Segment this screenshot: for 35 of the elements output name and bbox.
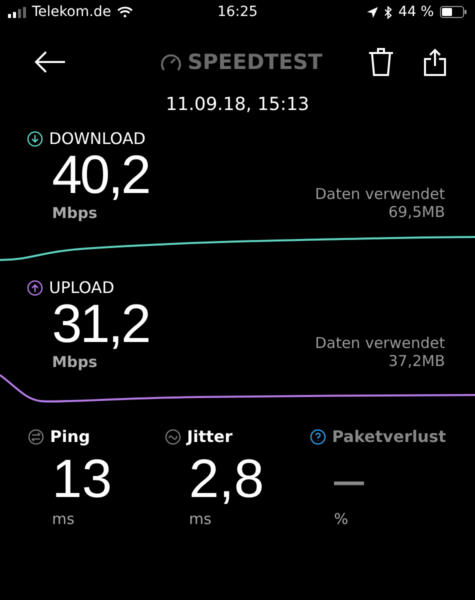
test-date: 11.09.18, 15:13: [164, 94, 310, 115]
metric-unit: %: [334, 510, 350, 528]
metric-value: 13: [52, 449, 112, 509]
metric-unit: ms: [52, 510, 76, 528]
arrow-up-icon: [27, 280, 43, 296]
arrows-icon: [28, 428, 44, 444]
location-icon: [367, 6, 378, 18]
bluetooth-icon: [384, 6, 392, 18]
data-used-label: Daten verwendet: [314, 334, 445, 352]
speed-value: 40,2: [52, 148, 150, 202]
wave-icon: [165, 428, 181, 444]
arrow-down-icon: [27, 130, 43, 146]
metric-value: 2,8: [189, 449, 264, 509]
metric-label: Paketverlust: [332, 427, 446, 446]
speed-unit: Mbps: [52, 204, 98, 222]
battery-icon: [440, 6, 467, 18]
wifi-icon: [117, 6, 134, 18]
signal-icon: [8, 6, 26, 18]
speed-value: 31,2: [52, 297, 150, 351]
carrier-name: Telekom.de: [32, 4, 112, 20]
data-used-value: 37,2MB: [387, 352, 445, 371]
battery-percent: 44 %: [398, 4, 434, 20]
data-used-value: 69,5MB: [387, 203, 445, 222]
speed-unit: Mbps: [52, 353, 98, 371]
data-used-label: Daten verwendet: [314, 184, 445, 204]
metric-value: –: [334, 449, 364, 509]
gauge-icon: [160, 52, 182, 72]
metric-unit: ms: [189, 510, 212, 528]
clock-time: 16:25: [217, 4, 258, 20]
result-label: DOWNLOAD: [49, 129, 146, 148]
result-label: UPLOAD: [49, 278, 114, 297]
metric-label: Ping: [50, 427, 90, 446]
app-logo: SPEEDTEST: [188, 50, 322, 74]
metric-label: Jitter: [187, 427, 232, 446]
question-icon: [310, 428, 326, 444]
